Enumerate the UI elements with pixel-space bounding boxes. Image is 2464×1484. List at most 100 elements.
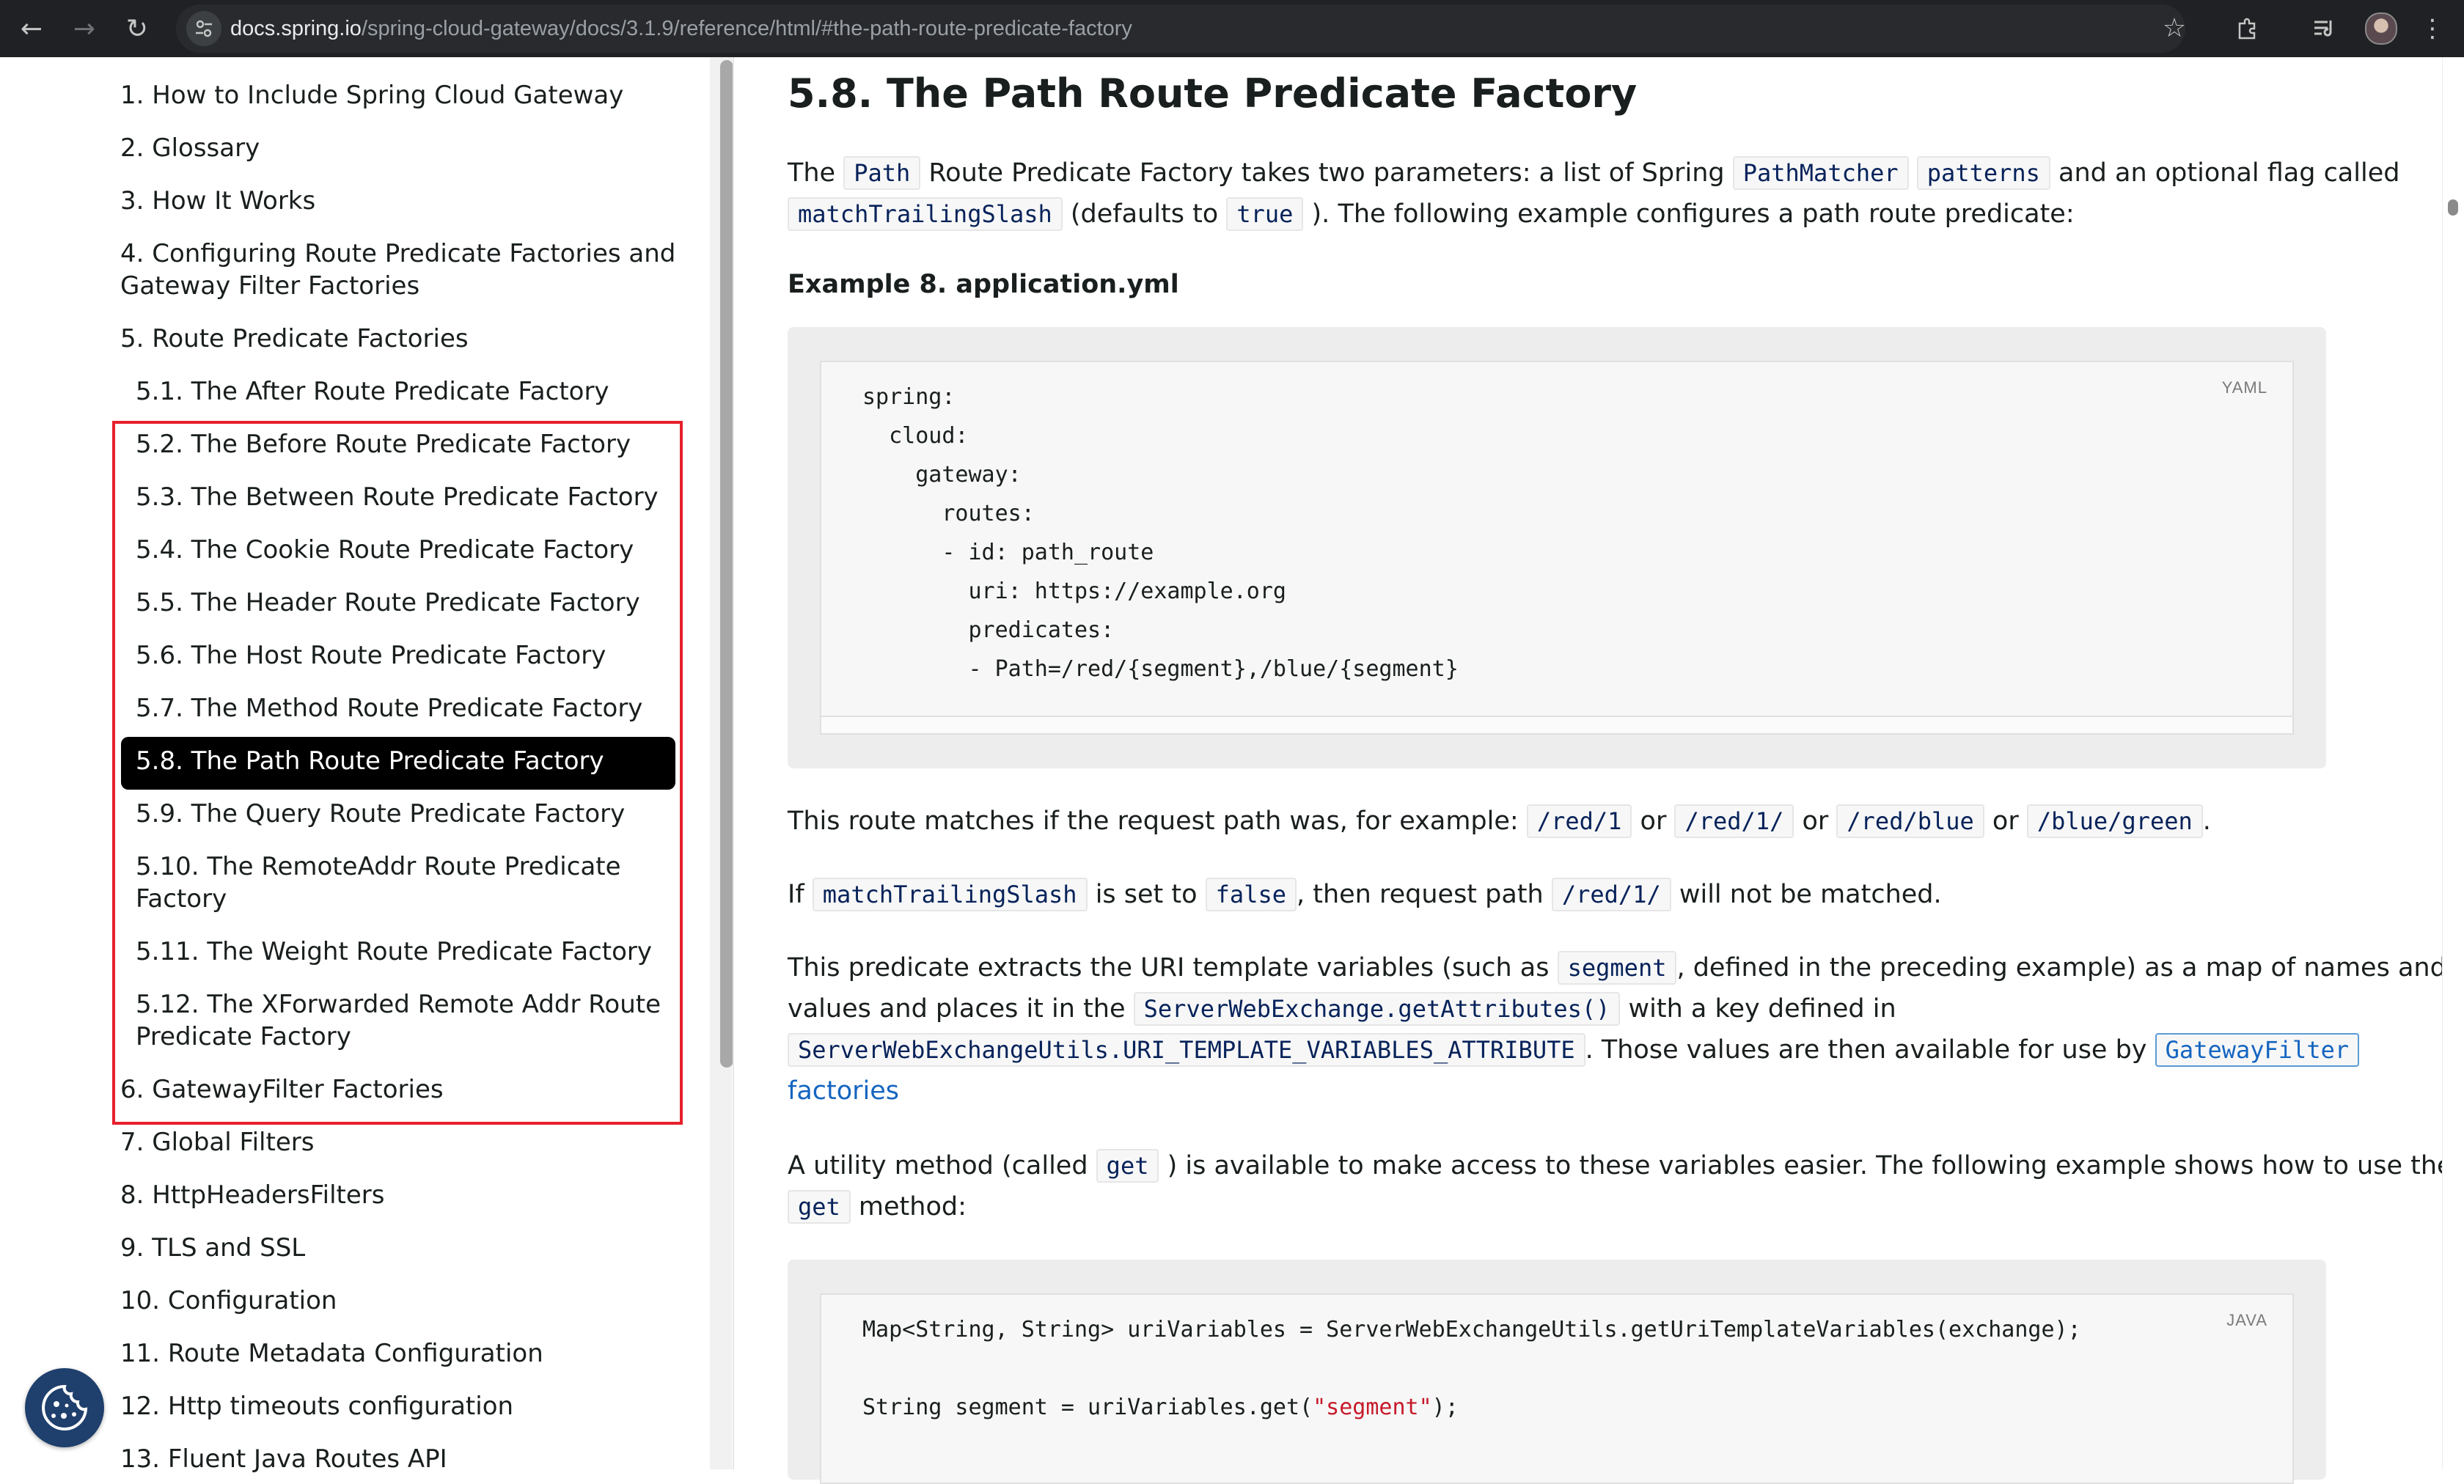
text: with a key defined in [1620,994,1896,1024]
avatar-image [2365,12,2397,45]
text: or [1632,807,1675,836]
yaml-line: gateway: [862,462,1022,488]
inline-code: matchTrailingSlash [812,878,1088,911]
text: , defined in the preceding example) as a… [1676,953,2446,982]
text: or [1794,807,1837,836]
paragraph-uri-variables-line2: values and places it in the ServerWebExc… [788,988,1896,1029]
yaml-line: spring: [862,384,956,410]
gatewayfilter-link[interactable]: GatewayFilter [2155,1033,2360,1067]
inline-code-pathmatcher: PathMatcher [1732,156,1909,190]
java-line: Map<String, String> uriVariables = Serve… [862,1317,2081,1342]
inline-code: /blue/green [2026,804,2203,838]
toc-item-10[interactable]: 10. Configuration [120,1285,337,1317]
text: ) is available to make access to these v… [1159,1151,2453,1180]
text: (defaults to [1062,199,1227,229]
java-line: String segment = uriVariables.get("segme… [862,1393,1459,1422]
toc-subitem-5-1[interactable]: 5.1. The After Route Predicate Factory [136,375,609,408]
toc-item-9[interactable]: 9. TLS and SSL [120,1232,305,1264]
code-text: ); [1431,1395,1459,1420]
toc-item-4-line1: 4. Configuring Route Predicate Factories… [120,239,676,268]
page-scrollbar-track[interactable] [2442,57,2464,1469]
page-scrollbar-thumb[interactable] [2448,199,2458,216]
intro-paragraph-line2: matchTrailingSlash (defaults to true ). … [788,194,2075,235]
inline-code: /red/1/ [1551,878,1671,911]
text: or [1984,807,2027,836]
text: method: [850,1192,967,1222]
inline-code-path: Path [843,156,921,190]
toc-item-5[interactable]: 5. Route Predicate Factories [120,323,469,355]
java-code-block: JAVA Map<String, String> uriVariables = … [788,1260,2326,1484]
toc-item-4-line2: Gateway Filter Factories [120,271,420,301]
yaml-code-block: YAML spring: cloud: gateway: routes: - i… [788,327,2326,768]
paragraph-utility-method-line2: get method: [788,1186,967,1227]
text: A utility method (called [788,1151,1096,1180]
inline-code: /red/blue [1836,804,1984,838]
reading-list-icon[interactable] [2304,9,2344,48]
text: will not be matched. [1671,880,1942,909]
toc-item-4[interactable]: 4. Configuring Route Predicate Factories… [120,238,675,302]
text: The [788,158,844,188]
factories-link[interactable]: factories [788,1070,899,1112]
inline-code: ServerWebExchangeUtils.URI_TEMPLATE_VARI… [788,1033,1585,1067]
cookie-settings-button[interactable] [25,1368,104,1447]
toc-item-7[interactable]: 7. Global Filters [120,1126,314,1158]
toc-item-6[interactable]: 6. GatewayFilter Factories [120,1073,444,1106]
inline-code: /red/1 [1526,804,1632,838]
toc-item-2[interactable]: 2. Glossary [120,132,260,164]
profile-avatar[interactable] [2361,9,2401,48]
yaml-line: - id: path_route [862,540,1154,565]
bookmark-star-icon[interactable]: ☆ [2160,14,2189,43]
text: is set to [1087,880,1206,909]
text: If [788,880,813,909]
text: This predicate extracts the URI template… [788,953,1558,982]
forward-icon[interactable]: → [65,9,104,48]
text: values and places it in the [788,994,1134,1024]
yaml-line: cloud: [862,423,969,449]
toc-item-3[interactable]: 3. How It Works [120,185,315,217]
paragraph-trailing-slash: If matchTrailingSlash is set to false, t… [788,874,1942,915]
cookie-icon [42,1384,88,1430]
paragraph-uri-variables-line3: ServerWebExchangeUtils.URI_TEMPLATE_VARI… [788,1029,2360,1070]
back-icon[interactable]: ← [12,9,51,48]
toc-item-11[interactable]: 11. Route Metadata Configuration [120,1337,543,1370]
intro-paragraph: The Path Route Predicate Factory takes t… [788,153,2399,194]
text: and an optional flag called [2050,158,2400,188]
text: This route matches if the request path w… [788,807,1527,836]
url-text[interactable]: docs.spring.io/spring-cloud-gateway/docs… [230,4,1132,53]
yaml-line: predicates: [862,617,1115,643]
code-language-label: YAML [2221,378,2267,397]
sidebar-scrollbar-thumb[interactable] [720,60,733,1068]
code-string: "segment" [1313,1395,1432,1420]
text: . [2202,807,2211,836]
toc-item-12[interactable]: 12. Http timeouts configuration [120,1390,513,1422]
paragraph-uri-variables-line1: This predicate extracts the URI template… [788,947,2446,988]
toc-item-13[interactable]: 13. Fluent Java Routes API [120,1443,447,1475]
text: ). The following example configures a pa… [1303,199,2075,229]
site-settings-icon[interactable] [186,11,221,46]
inline-code-patterns: patterns [1916,156,2050,190]
inline-code: false [1205,878,1297,911]
paragraph-utility-method: A utility method (called get ) is availa… [788,1145,2453,1186]
toc-item-8[interactable]: 8. HttpHeadersFilters [120,1179,385,1211]
inline-code: ServerWebExchange.getAttributes() [1133,992,1621,1026]
text: , then request path [1296,880,1552,909]
reload-icon[interactable]: ↻ [117,9,157,48]
example-title: Example 8. application.yml [788,270,1179,299]
text: Route Predicate Factory takes two parame… [920,158,1733,188]
yaml-code-inner: YAML spring: cloud: gateway: routes: - i… [820,361,2294,735]
extensions-icon[interactable] [2228,9,2267,48]
url-host: docs.spring.io [230,17,362,40]
inline-code-matchtrailingslash: matchTrailingSlash [788,197,1063,231]
yaml-line: - Path=/red/{segment},/blue/{segment} [862,656,1459,682]
inline-code: segment [1557,951,1677,985]
address-bar[interactable]: docs.spring.io/spring-cloud-gateway/docs… [176,4,2186,53]
inline-code: get [1096,1149,1159,1183]
java-code-inner: JAVA Map<String, String> uriVariables = … [820,1293,2294,1484]
menu-kebab-icon[interactable]: ⋮ [2413,9,2452,48]
inline-code: get [788,1190,851,1224]
code-horizontal-scrollbar[interactable] [821,716,2292,733]
inline-code: /red/1/ [1674,804,1794,838]
toc-item-1[interactable]: 1. How to Include Spring Cloud Gateway [120,79,623,111]
paragraph-examples: This route matches if the request path w… [788,801,2211,842]
toc-sidebar: 1. How to Include Spring Cloud Gateway 2… [0,57,711,1474]
